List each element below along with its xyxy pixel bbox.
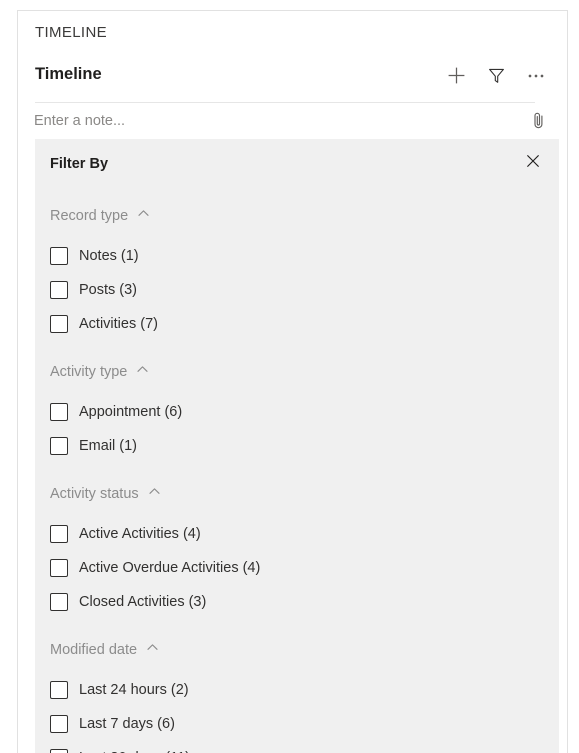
checkbox[interactable]	[50, 681, 68, 699]
filter-section-label: Record type	[50, 208, 129, 224]
filter-option-label: Last 7 days (6)	[79, 716, 175, 732]
checkbox[interactable]	[50, 437, 68, 455]
timeline-card: TIMELINE Timeline Enter a note... Filter…	[17, 10, 568, 753]
filter-option[interactable]: Closed Activities (3)	[35, 585, 559, 619]
checkbox[interactable]	[50, 525, 68, 543]
filter-section-header[interactable]: Activity status	[35, 483, 559, 505]
section-eyebrow: TIMELINE	[35, 24, 107, 41]
chevron-up-icon	[148, 485, 161, 503]
note-composer	[18, 107, 567, 143]
filter-option-label: Activities (7)	[79, 316, 158, 332]
filter-option[interactable]: Posts (3)	[35, 273, 559, 307]
checkbox[interactable]	[50, 559, 68, 577]
checkbox[interactable]	[50, 403, 68, 421]
attach-file-button[interactable]	[523, 107, 553, 137]
filter-section-label: Activity type	[50, 364, 128, 380]
filter-option-label: Last 24 hours (2)	[79, 682, 189, 698]
timeline-header: Timeline	[18, 61, 567, 101]
filter-option-label: Email (1)	[79, 438, 138, 454]
filter-section: Record type Notes (1) Posts (3) Activities …	[35, 205, 559, 341]
filter-by-panel: Filter By Record type Notes (1) Posts (3) A…	[35, 139, 559, 753]
checkbox[interactable]	[50, 281, 68, 299]
filter-section-label: Modified date	[50, 642, 138, 658]
filter-section-label: Activity status	[50, 486, 139, 502]
filter-option-label: Notes (1)	[79, 248, 139, 264]
more-commands-button[interactable]	[519, 61, 553, 93]
filter-option[interactable]: Last 7 days (6)	[35, 707, 559, 741]
close-icon	[525, 153, 541, 172]
filter-option[interactable]: Active Activities (4)	[35, 517, 559, 551]
filter-option[interactable]: Last 24 hours (2)	[35, 673, 559, 707]
checkbox[interactable]	[50, 749, 68, 753]
close-filter-panel-button[interactable]	[518, 147, 548, 177]
ellipsis-icon	[526, 66, 546, 88]
checkbox[interactable]	[50, 247, 68, 265]
filter-sections: Record type Notes (1) Posts (3) Activities …	[35, 185, 559, 753]
filter-option[interactable]: Last 30 days (11)	[35, 741, 559, 753]
filter-section: Modified date Last 24 hours (2) Last 7 day…	[35, 639, 559, 753]
command-bar	[439, 61, 553, 93]
filter-option-label: Active Activities (4)	[79, 526, 201, 542]
filter-option[interactable]: Appointment (6)	[35, 395, 559, 429]
filter-section: Activity type Appointment (6) Email (1)	[35, 361, 559, 463]
checkbox[interactable]	[50, 715, 68, 733]
header-divider	[35, 102, 535, 103]
filter-option[interactable]: Email (1)	[35, 429, 559, 463]
paperclip-icon	[530, 111, 547, 133]
filter-panel-header: Filter By	[35, 139, 559, 185]
filter-option[interactable]: Activities (7)	[35, 307, 559, 341]
funnel-icon	[487, 66, 506, 88]
timeline-panel-screen: TIMELINE Timeline Enter a note... Filter…	[0, 0, 579, 753]
filter-option[interactable]: Notes (1)	[35, 239, 559, 273]
filter-option-label: Appointment (6)	[79, 404, 183, 420]
filter-section: Activity status Active Activities (4) Acti…	[35, 483, 559, 619]
filter-option[interactable]: Active Overdue Activities (4)	[35, 551, 559, 585]
filter-section-header[interactable]: Modified date	[35, 639, 559, 661]
filter-option-label: Closed Activities (3)	[79, 594, 207, 610]
filter-section-header[interactable]: Activity type	[35, 361, 559, 383]
plus-icon	[447, 66, 466, 88]
add-record-button[interactable]	[439, 61, 473, 93]
chevron-up-icon	[146, 641, 159, 659]
checkbox[interactable]	[50, 593, 68, 611]
filter-option-label: Posts (3)	[79, 282, 138, 298]
filter-option-label: Last 30 days (11)	[79, 748, 190, 753]
filter-button[interactable]	[479, 61, 513, 93]
filter-section-header[interactable]: Record type	[35, 205, 559, 227]
page-title: Timeline	[35, 65, 102, 83]
checkbox[interactable]	[50, 315, 68, 333]
chevron-up-icon	[136, 363, 149, 381]
filter-panel-title: Filter By	[50, 156, 109, 172]
filter-option-label: Active Overdue Activities (4)	[79, 560, 261, 576]
chevron-up-icon	[137, 207, 150, 225]
note-input[interactable]	[34, 110, 504, 132]
